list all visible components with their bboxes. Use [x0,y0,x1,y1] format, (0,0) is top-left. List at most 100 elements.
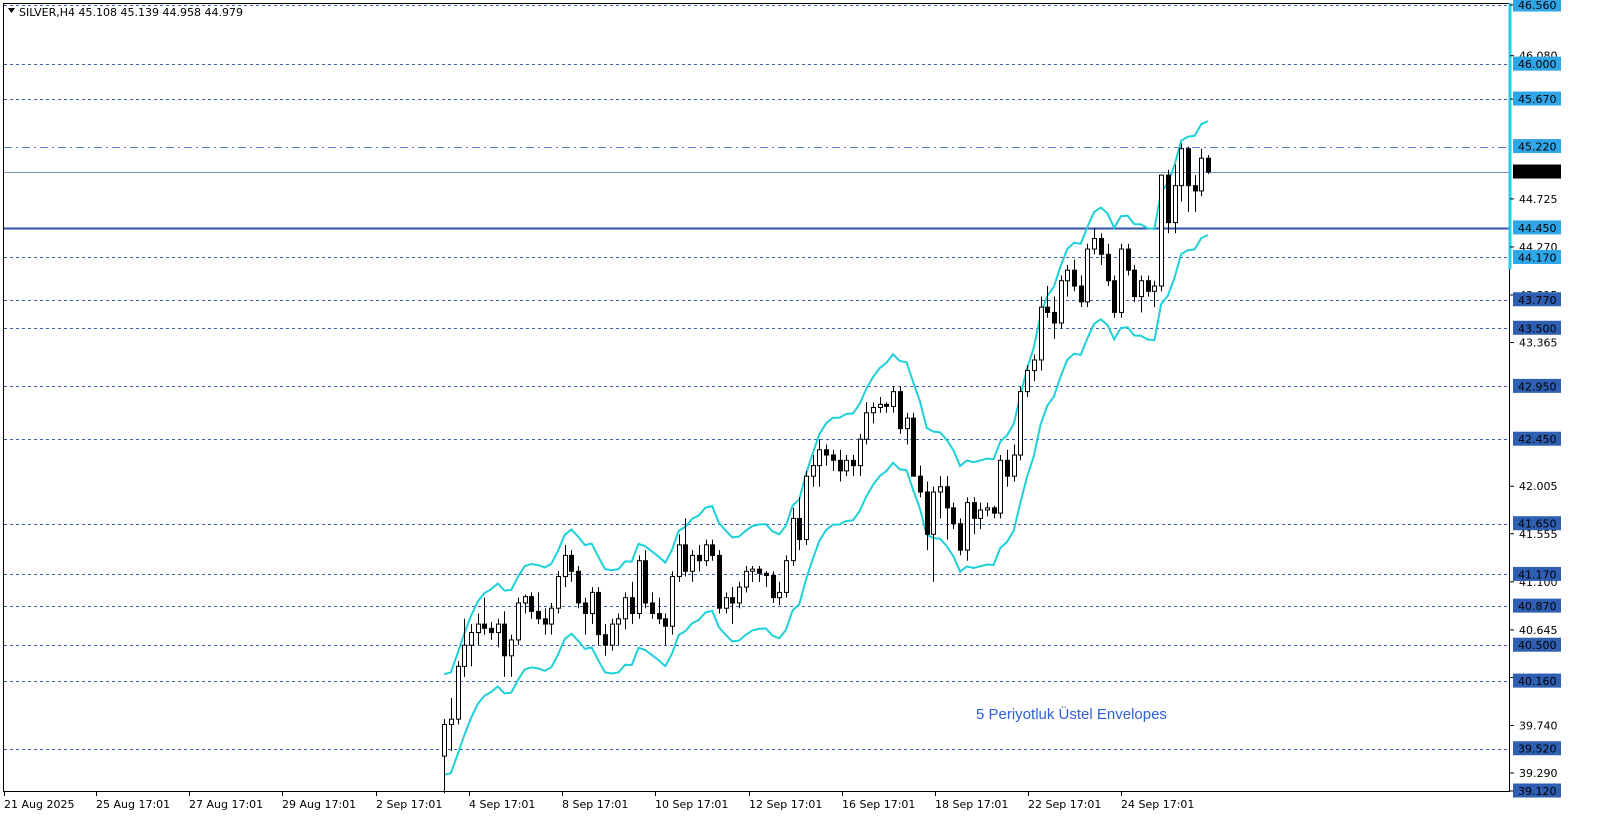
level-price-tag: 40.870 [1513,598,1561,613]
current-price-tag: 44.979 [1513,164,1561,179]
bear-candle-body [757,568,762,574]
time-tick-label: 29 Aug 17:01 [282,798,356,811]
bull-candle-body [556,576,561,609]
candle [898,386,903,434]
level-price-tag-label: 42.450 [1518,433,1557,446]
candle [1039,296,1044,371]
bull-candle-body [998,459,1003,514]
bull-candle-body [817,449,822,467]
bull-candle-body [1018,391,1023,456]
bull-candle-body [750,568,755,572]
level-price-tag: 45.670 [1513,91,1561,106]
bear-candle-body [945,486,950,509]
price-tick-label: 39.290 [1519,767,1558,780]
bear-candle-body [710,544,715,556]
time-tick-label: 12 Sep 17:01 [749,798,822,811]
level-price-tag: 46.560 [1513,0,1561,12]
bear-candle-body [1052,311,1057,324]
bear-candle-body [764,572,769,576]
level-price-tag-label: 43.500 [1518,322,1557,335]
level-price-tag: 46.000 [1513,56,1561,71]
time-tick-label: 24 Sep 17:01 [1121,798,1194,811]
candle [804,470,809,545]
bull-candle-body [549,607,554,625]
bull-candle-body [690,554,695,572]
bear-candle-body [583,602,588,615]
bull-candle-body [442,723,447,757]
bull-candle-body [1032,359,1037,372]
bull-candle-body [590,591,595,615]
bull-candle-body [677,544,682,578]
bear-candle-body [797,517,802,541]
level-price-tag: 45.220 [1513,139,1561,154]
level-price-tag: 40.160 [1513,673,1561,688]
bear-candle-body [1112,280,1117,313]
bear-candle-body [596,591,601,636]
level-price-tag-label: 40.160 [1518,675,1557,688]
candle [576,565,581,609]
price-tick-label: 44.725 [1519,193,1558,206]
level-price-tag-label: 39.120 [1518,785,1557,798]
chart-background [0,0,1614,840]
bear-candle-body [831,454,836,461]
time-tick-label: 10 Sep 17:01 [655,798,728,811]
bear-candle-body [1079,285,1084,303]
indicator-annotation: 5 Periyotluk Üstel Envelopes [976,705,1167,723]
candle [1085,243,1090,308]
bear-candle-body [771,574,776,599]
bear-candle-body [603,634,608,646]
bull-candle-body [724,597,729,609]
bull-candle-body [864,412,869,440]
bull-candle-body [704,544,709,562]
bull-candle-body [1139,280,1144,298]
bull-candle-body [1065,269,1070,282]
bull-candle-body [496,623,501,634]
bull-candle-body [1119,248,1124,313]
level-price-tag: 41.650 [1513,516,1561,531]
time-tick-label: 16 Sep 17:01 [842,798,915,811]
bear-candle-body [683,544,688,572]
bear-candle-body [576,570,581,604]
bear-candle-body [1005,459,1010,477]
level-price-tag: 40.500 [1513,637,1561,652]
bull-candle-body [1059,280,1064,324]
price-tick-label: 42.005 [1519,480,1558,493]
bull-candle-body [1092,237,1097,250]
level-price-tag: 41.170 [1513,566,1561,581]
bull-candle-body [610,623,615,646]
bull-candle-body [737,586,742,604]
bull-candle-body [563,554,568,578]
level-price-tag: 39.120 [1513,783,1561,798]
bull-candle-body [1179,148,1184,187]
bull-candle-body [871,407,876,414]
bear-candle-body [838,459,843,472]
bull-candle-body [777,591,782,599]
candle [516,597,521,646]
candle [637,555,642,619]
bear-candle-body [730,597,735,604]
time-tick-label: 25 Aug 17:01 [96,798,170,811]
bull-candle-body [1085,248,1090,303]
bull-candle-body [476,623,481,634]
bull-candle-body [1159,174,1164,287]
candle [670,571,675,635]
level-price-tag-label: 44.170 [1518,251,1557,264]
bear-candle-body [824,449,829,456]
level-price-tag-label: 46.560 [1518,0,1557,12]
bull-candle-body [784,560,789,593]
candle [1018,386,1023,461]
level-price-tag: 43.500 [1513,320,1561,335]
bear-candle-body [1106,253,1111,282]
candle [1112,275,1117,318]
level-price-tag: 42.450 [1513,431,1561,446]
bear-candle-body [489,627,494,634]
bear-candle-body [958,523,963,551]
level-price-tag-label: 39.520 [1518,743,1557,756]
bull-candle-body [791,517,796,562]
bull-candle-body [637,560,642,615]
bear-candle-body [1166,174,1171,224]
chart-title: SILVER,H4 45.108 45.139 44.958 44.979 [19,6,243,19]
bull-candle-body [469,632,474,646]
bull-candle-body [965,502,970,551]
level-price-tag-label: 40.500 [1518,639,1557,652]
